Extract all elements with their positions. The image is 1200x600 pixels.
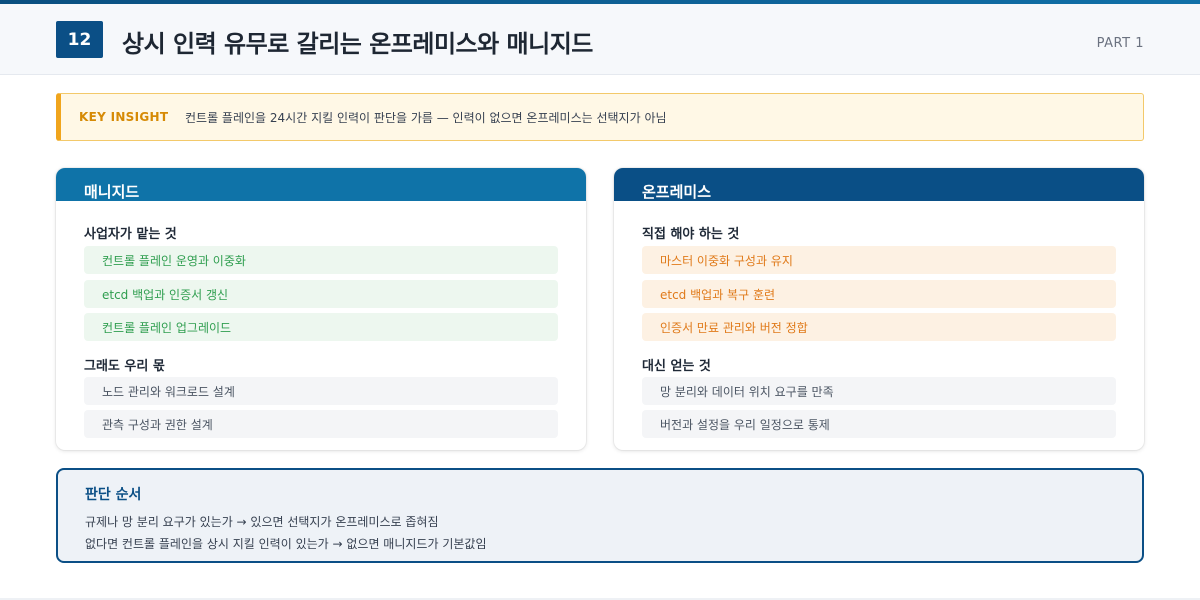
managed-provider-item: 컨트롤 플레인 업그레이드 <box>84 313 558 341</box>
onprem-duty-item: etcd 백업과 복구 훈련 <box>642 280 1116 308</box>
onprem-benefit-item: 버전과 설정을 우리 일정으로 통제 <box>642 410 1116 438</box>
managed-card: 매니지드 사업자가 맡는 것 컨트롤 플레인 운영과 이중화 etcd 백업과 … <box>56 168 586 450</box>
managed-section2-title: 그래도 우리 몫 <box>84 359 165 374</box>
managed-section1-title: 사업자가 맡는 것 <box>84 227 177 242</box>
onprem-benefit-item: 망 분리와 데이터 위치 요구를 만족 <box>642 377 1116 405</box>
onprem-section1-title: 직접 해야 하는 것 <box>642 227 740 242</box>
onprem-section2-title: 대신 얻는 것 <box>642 359 711 374</box>
page-title: 상시 인력 유무로 갈리는 온프레미스와 매니지드 <box>122 30 593 58</box>
managed-provider-item: etcd 백업과 인증서 갱신 <box>84 280 558 308</box>
key-insight-text: 컨트롤 플레인을 24시간 지킬 인력이 판단을 가름 — 인력이 없으면 온프… <box>185 110 667 125</box>
key-insight-box: KEY INSIGHT 컨트롤 플레인을 24시간 지킬 인력이 판단을 가름 … <box>56 93 1144 141</box>
decision-order-title: 판단 순서 <box>85 487 142 503</box>
onprem-duty-item: 인증서 만료 관리와 버전 정합 <box>642 313 1116 341</box>
part-label: PART 1 <box>1096 36 1144 51</box>
slide-number-badge: 12 <box>56 21 103 58</box>
onprem-card-title: 온프레미스 <box>614 168 1144 201</box>
decision-order-box: 판단 순서 규제나 망 분리 요구가 있는가 → 있으면 선택지가 온프레미스로… <box>56 468 1144 563</box>
managed-our-item: 관측 구성과 권한 설계 <box>84 410 558 438</box>
slide-header: 12 상시 인력 유무로 갈리는 온프레미스와 매니지드 PART 1 <box>0 4 1200 75</box>
key-insight-tag: KEY INSIGHT <box>79 110 169 124</box>
managed-provider-item: 컨트롤 플레인 운영과 이중화 <box>84 246 558 274</box>
decision-order-line: 규제나 망 분리 요구가 있는가 → 있으면 선택지가 온프레미스로 좁혀짐 <box>85 515 439 529</box>
decision-order-line: 없다면 컨트롤 플레인을 상시 지킬 인력이 있는가 → 없으면 매니지드가 기… <box>85 537 487 551</box>
onprem-duty-item: 마스터 이중화 구성과 유지 <box>642 246 1116 274</box>
managed-card-title: 매니지드 <box>56 168 586 201</box>
managed-our-item: 노드 관리와 워크로드 설계 <box>84 377 558 405</box>
onprem-card: 온프레미스 직접 해야 하는 것 마스터 이중화 구성과 유지 etcd 백업과… <box>614 168 1144 450</box>
